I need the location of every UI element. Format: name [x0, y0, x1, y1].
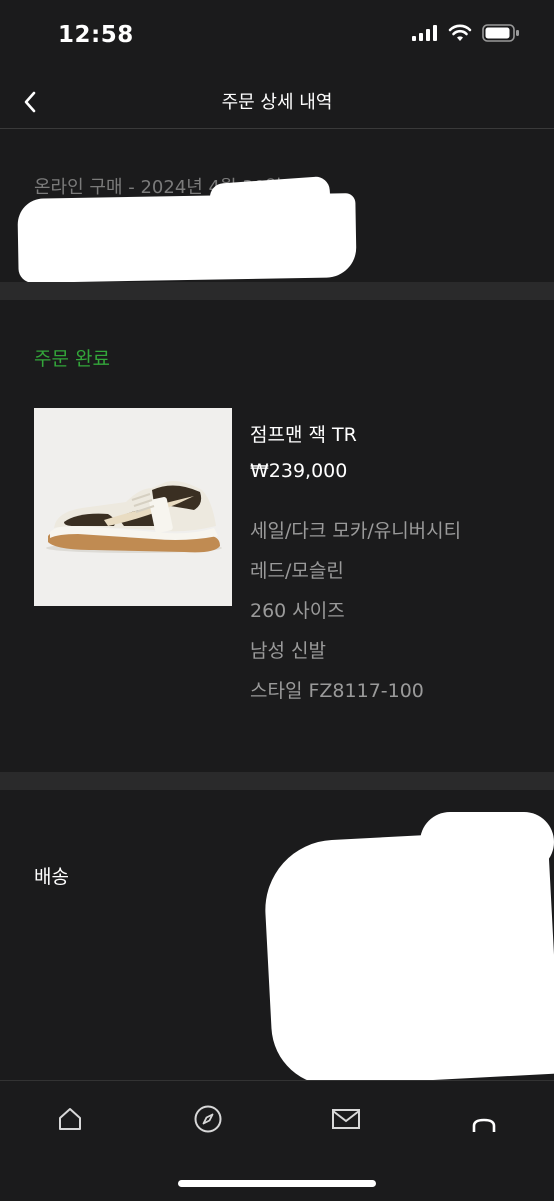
product-size: 260 사이즈	[250, 600, 345, 622]
product-price: ₩239,000	[250, 460, 348, 482]
product-image[interactable]	[34, 408, 232, 606]
product-color-line-2: 레드/모슬린	[250, 560, 344, 582]
redaction-mark	[420, 812, 554, 872]
order-status: 주문 완료	[34, 348, 110, 370]
signal-icon	[412, 25, 437, 41]
tab-profile[interactable]	[468, 1103, 500, 1135]
home-icon	[59, 1108, 81, 1130]
compass-icon	[194, 1105, 222, 1133]
status-icons	[412, 24, 520, 42]
section-divider	[0, 772, 554, 790]
product-style-code: 스타일 FZ8117-100	[250, 680, 424, 702]
nav-bar: 주문 상세 내역	[0, 76, 554, 129]
tab-explore[interactable]	[192, 1103, 224, 1135]
tab-home[interactable]	[54, 1103, 86, 1135]
product-name: 점프맨 잭 TR	[250, 424, 357, 446]
home-indicator[interactable]	[178, 1180, 376, 1187]
battery-icon	[482, 24, 519, 42]
profile-icon	[472, 1118, 496, 1132]
mail-icon	[332, 1109, 360, 1129]
wifi-icon	[448, 24, 472, 41]
delivery-title: 배송	[34, 866, 69, 888]
status-bar: 12:58	[0, 0, 554, 76]
product-color-line-1: 세일/다크 모카/유니버시티	[250, 520, 462, 542]
tab-inbox[interactable]	[330, 1103, 362, 1135]
status-time: 12:58	[58, 22, 134, 48]
page-title: 주문 상세 내역	[221, 92, 333, 113]
sneaker-image	[34, 408, 232, 606]
section-divider	[0, 282, 554, 300]
product-category: 남성 신발	[250, 640, 326, 662]
